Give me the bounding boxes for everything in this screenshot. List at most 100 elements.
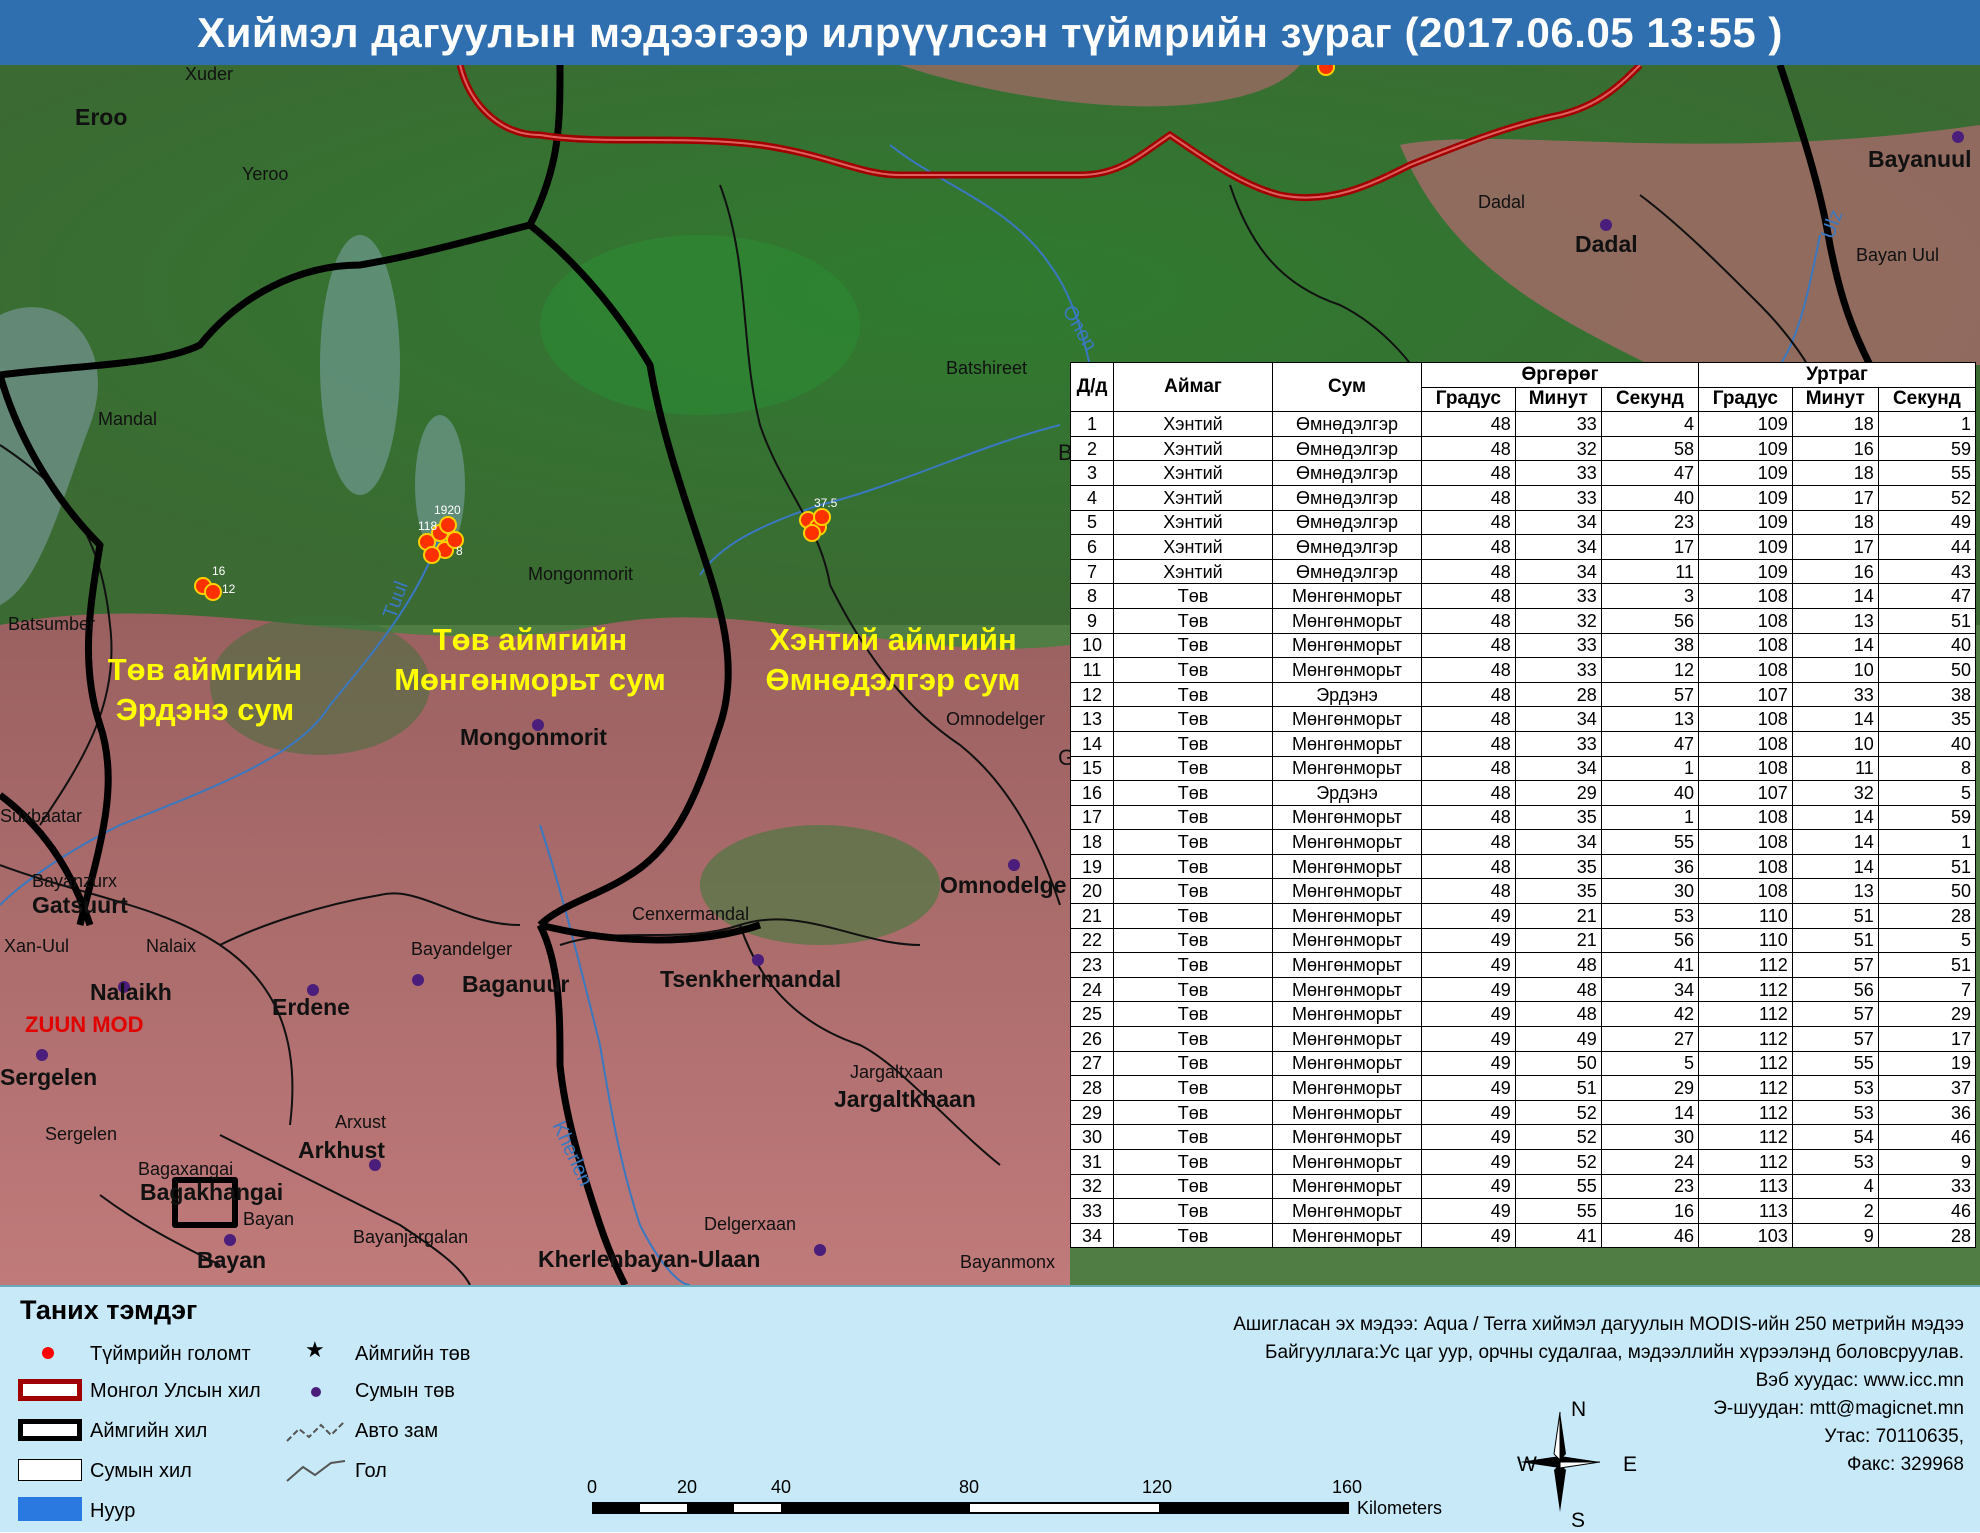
fire-label: 1920 [434,503,461,517]
place-label: Cenxermandal [632,904,749,924]
table-row: 2 Хэнтий Өмнөдэлгэр 48 32 58 109 16 59 [1070,435,1977,462]
table-cell: 17 [1600,534,1699,560]
table-cell: 44 [1877,534,1977,560]
place-label: Xuder [185,65,233,84]
table-cell: 34 [1514,534,1602,560]
header-latitude: Өргөрөг [1421,362,1699,388]
table-cell: 112 [1697,1050,1793,1077]
table-cell: 17 [1791,484,1879,511]
table-cell: 29 [1070,1099,1114,1126]
table-cell: 58 [1600,435,1699,462]
place-label: Mandal [98,409,157,429]
table-cell: 48 [1421,780,1516,806]
legend-panel: Таних тэмдэг Түймрийн голомт Монгол Улсы… [0,1285,1980,1532]
table-cell: Төв [1113,755,1273,782]
table-cell: 35 [1877,706,1977,732]
table-row: 16 Төв Эрдэнэ 48 29 40 107 32 5 [1070,780,1977,806]
header-lon-second: Секунд [1877,386,1977,413]
table-cell: 11 [1600,558,1699,585]
place-label: Yeroo [242,164,288,184]
table-cell: 49 [1421,1001,1516,1028]
table-cell: 27 [1600,1026,1699,1052]
table-row: 5 Хэнтий Өмнөдэлгэр 48 34 23 109 18 49 [1070,509,1977,536]
table-row: 22 Төв Мөнгөнморьт 49 21 56 110 51 5 [1070,927,1977,954]
sum-center-marker [1952,131,1964,143]
table-cell: Мөнгөнморьт [1272,952,1422,978]
table-cell: 9 [1877,1149,1977,1175]
table-cell: 41 [1514,1222,1602,1249]
table-cell: 108 [1697,755,1793,782]
table-cell: Мөнгөнморьт [1272,607,1422,634]
table-cell: 5 [1600,1050,1699,1077]
table-cell: 31 [1070,1149,1114,1175]
table-cell: 108 [1697,853,1793,880]
header-lat-second: Секунд [1600,386,1699,413]
table-cell: Мөнгөнморьт [1272,1099,1422,1126]
map-title: Хиймэл дагуулын мэдээгээр илрүүлсэн түйм… [0,0,1980,65]
table-cell: 18 [1791,460,1879,486]
region-label-omnodelger-1: Хэнтий аймгийн [769,622,1016,657]
place-label: Bayanuul [1868,146,1972,172]
table-cell: 110 [1697,903,1793,929]
place-label: Jargaltkhaan [834,1086,976,1112]
table-cell: 19 [1070,853,1114,880]
table-cell: 48 [1421,878,1516,905]
place-label: Bayanjargalan [353,1227,468,1247]
table-cell: 103 [1697,1222,1793,1249]
table-cell: 29 [1514,780,1602,806]
river-symbol [286,1460,346,1482]
header-sum: Сум [1272,361,1422,413]
table-cell: Төв [1113,1198,1273,1224]
table-cell: 109 [1697,558,1793,585]
place-label: Dadal [1575,231,1638,257]
table-row: 7 Хэнтий Өмнөдэлгэр 48 34 11 109 16 43 [1070,558,1977,585]
table-cell: 52 [1877,484,1977,511]
table-cell: 23 [1600,509,1699,536]
table-cell: 48 [1421,730,1516,757]
table-cell: 109 [1697,534,1793,560]
table-cell: 20 [1070,878,1114,905]
table-cell: Хэнтий [1113,534,1273,560]
compass-s: S [1571,1509,1586,1532]
table-cell: 16 [1070,780,1114,806]
table-cell: Мөнгөнморьт [1272,1124,1422,1150]
table-cell: Төв [1113,706,1273,732]
table-cell: 48 [1421,853,1516,880]
table-cell: 13 [1791,878,1879,905]
table-cell: 30 [1600,878,1699,905]
scale-tick-160: 160 [1332,1477,1363,1497]
table-cell: 48 [1421,632,1516,659]
table-cell: Мөнгөнморьт [1272,755,1422,782]
table-cell: Төв [1113,853,1273,880]
table-cell: 47 [1600,460,1699,486]
table-cell: 23 [1600,1173,1699,1200]
table-cell: 14 [1791,804,1879,831]
table-cell: 49 [1421,1075,1516,1101]
table-cell: Мөнгөнморьт [1272,804,1422,831]
header-lat-degree: Градус [1421,386,1516,413]
table-cell: 7 [1070,558,1114,585]
table-cell: 4 [1070,484,1114,511]
star-icon: ★ [305,1337,325,1362]
table-cell: 19 [1877,1050,1977,1077]
credit-website: Вэб хуудас: www.icc.mn [1755,1370,1964,1391]
table-cell: 8 [1070,583,1114,609]
table-row: 23 Төв Мөнгөнморьт 49 48 41 112 57 51 [1070,952,1977,978]
legend-aimag-center: Аймгийн төв [355,1343,471,1365]
table-cell: 48 [1421,804,1516,831]
table-cell: Мөнгөнморьт [1272,1198,1422,1224]
table-cell: 48 [1421,607,1516,634]
header-longitude: Уртраг [1697,362,1977,388]
table-cell: Өмнөдэлгэр [1272,534,1422,560]
smoke-plume [320,235,400,495]
table-cell: 2 [1791,1198,1879,1224]
legend-river: Гол [355,1460,387,1482]
table-cell: Төв [1113,1124,1273,1150]
table-cell: 11 [1791,755,1879,782]
fire-point [1317,65,1335,76]
table-cell: 32 [1514,435,1602,462]
table-cell: 49 [1421,1149,1516,1175]
place-label: Suxbaatar [0,806,82,826]
table-cell: Хэнтий [1113,435,1273,462]
table-cell: 108 [1697,804,1793,831]
